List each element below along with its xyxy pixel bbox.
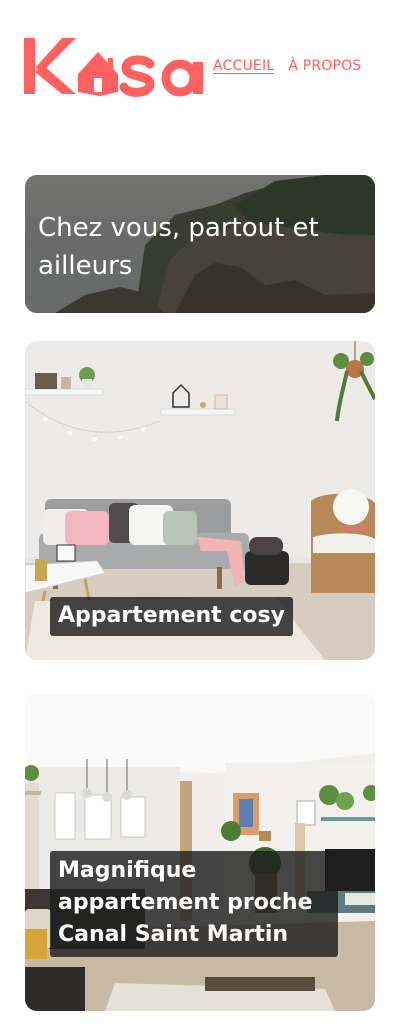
kasa-logo[interactable] [24,36,208,98]
listing-card[interactable]: Appartement cosy [25,341,375,660]
banner-title: Chez vous, partout et ailleurs [38,213,319,281]
listing-card[interactable]: Magnifique appartement proche Canal Sain… [25,693,375,1011]
nav-link-accueil[interactable]: ACCUEIL [213,58,274,74]
header: ACCUEIL À PROPOS [0,0,400,130]
listing-title: Appartement cosy [50,597,293,636]
nav-link-a-propos[interactable]: À PROPOS [288,58,361,74]
main-nav: ACCUEIL À PROPOS [213,58,361,74]
hero-banner: Chez vous, partout et ailleurs [25,175,375,313]
listing-title: Magnifique appartement proche Canal Sain… [50,851,338,957]
